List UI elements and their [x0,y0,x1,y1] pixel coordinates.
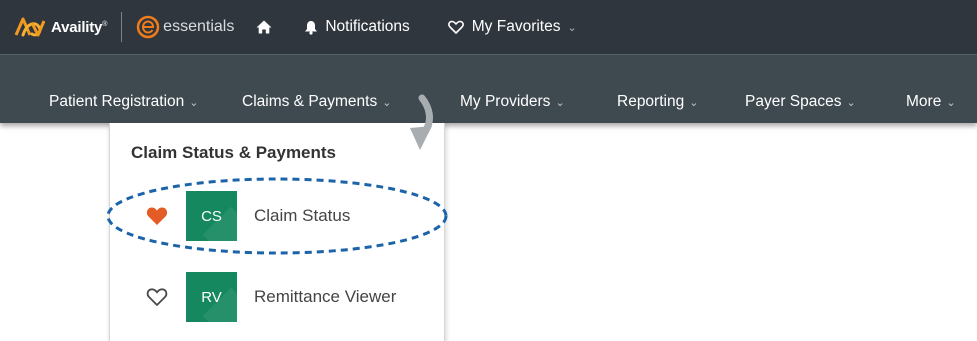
menu-item-label: Remittance Viewer [254,287,397,306]
nav-payer-spaces[interactable]: Payer Spaces ⌄ [745,93,856,111]
menu-item-remittance-viewer[interactable]: RV Remittance Viewer [110,272,444,322]
essentials-e-icon [136,15,160,39]
nav-label: My Providers [460,93,551,110]
nav-patient-registration[interactable]: Patient Registration ⌄ [49,93,199,111]
chevron-down-icon: ⌄ [846,97,856,109]
topbar-divider [121,12,123,42]
nav-label: Claims & Payments [242,93,378,110]
availity-logo[interactable]: Availity® [13,13,107,41]
essentials-label: essentials [163,18,235,35]
notifications-label: Notifications [325,18,410,35]
bell-icon [305,20,318,35]
dropdown-heading: Claim Status & Payments [131,143,337,162]
my-favorites-menu[interactable]: My Favorites ⌄ [447,18,577,36]
nav-label: More [906,93,942,110]
nav-label: Patient Registration [49,93,185,110]
chevron-down-icon: ⌄ [567,21,577,34]
heart-outline-icon [447,20,464,34]
annotation-curved-arrow-icon [410,94,433,150]
essentials-logo[interactable]: essentials [136,15,234,39]
availity-logo-icon [14,17,46,37]
annotation-dashed-ellipse [106,177,448,255]
nav-label: Reporting [617,93,685,110]
top-bar: Availity® essentials Notifications My Fa… [0,0,977,54]
nav-my-providers[interactable]: My Providers ⌄ [460,93,565,111]
chevron-down-icon: ⌄ [189,97,199,109]
nav-more[interactable]: More ⌄ [906,93,956,111]
chevron-down-icon: ⌄ [382,97,392,109]
heart-outline-icon[interactable] [146,287,168,307]
home-icon[interactable] [256,19,272,35]
tile-abbreviation: RV [201,288,222,306]
my-favorites-label: My Favorites [471,18,561,35]
nav-reporting[interactable]: Reporting ⌄ [617,93,698,111]
nav-label: Payer Spaces [745,93,842,110]
availity-brand-name: Availity® [51,18,108,36]
chevron-down-icon: ⌄ [689,97,699,109]
nav-claims-payments[interactable]: Claims & Payments ⌄ [242,93,391,111]
chevron-down-icon: ⌄ [555,97,565,109]
notifications-button[interactable]: Notifications [304,18,410,36]
chevron-down-icon: ⌄ [946,97,956,109]
main-navigation: Patient Registration ⌄ Claims & Payments ⌄… [0,54,977,123]
remittance-viewer-tile: RV [186,272,237,322]
